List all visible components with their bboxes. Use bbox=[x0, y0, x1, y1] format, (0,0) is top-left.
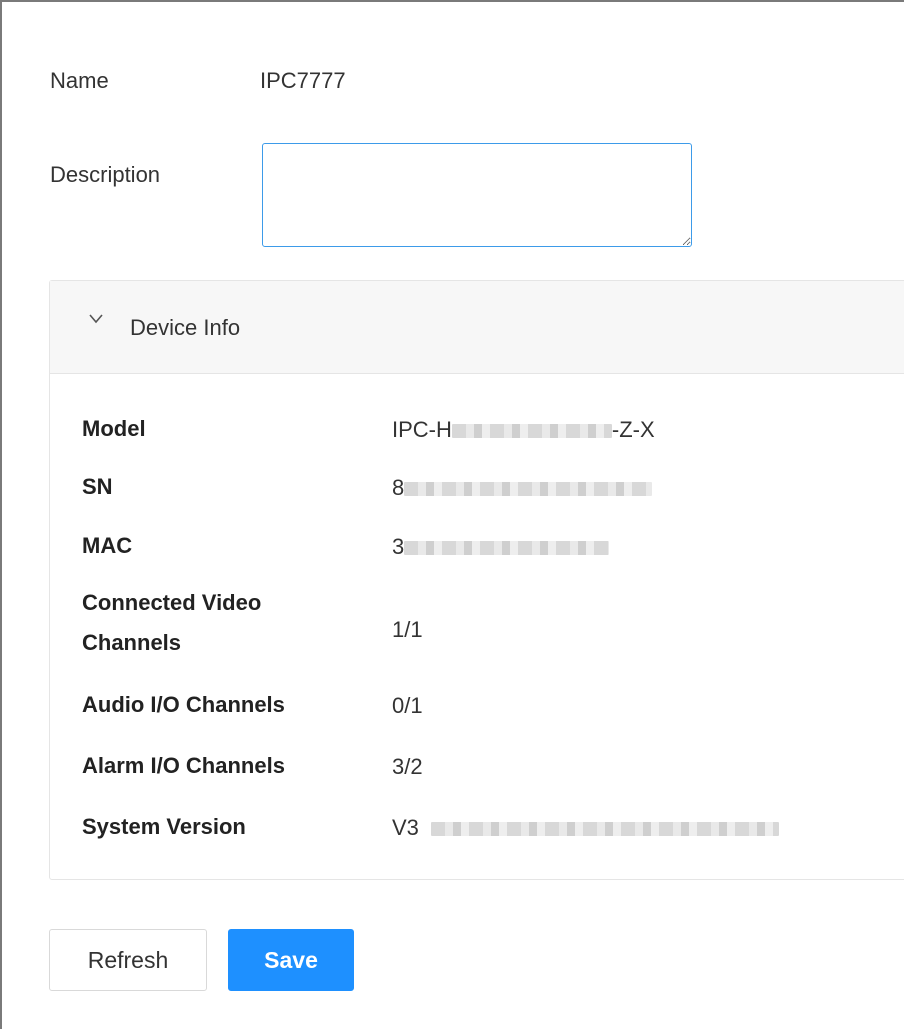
alarm-io-channels-value: 3/2 bbox=[392, 754, 423, 779]
model-label: Model bbox=[82, 416, 146, 441]
audio-io-channels-value: 0/1 bbox=[392, 693, 423, 718]
name-value: IPC7777 bbox=[260, 68, 346, 93]
name-label: Name bbox=[50, 68, 109, 93]
connected-video-channels-label: Connected Video Channels bbox=[82, 590, 262, 655]
save-button[interactable]: Save bbox=[228, 929, 354, 991]
system-version-label: System Version bbox=[82, 814, 246, 839]
connected-video-channels-value: 1/1 bbox=[392, 617, 423, 642]
description-textarea[interactable] bbox=[262, 143, 692, 247]
redacted-mask bbox=[431, 822, 780, 837]
refresh-button[interactable]: Refresh bbox=[49, 929, 207, 991]
mac-value: 3 bbox=[392, 534, 610, 560]
page-frame: Name IPC7777 Description Device Info Mod… bbox=[0, 0, 904, 1029]
sn-value: 8 bbox=[392, 475, 653, 501]
audio-io-channels-label: Audio I/O Channels bbox=[82, 692, 285, 717]
redacted-mask bbox=[451, 424, 612, 439]
redacted-mask bbox=[404, 541, 610, 556]
description-label: Description bbox=[50, 162, 161, 187]
device-info-panel: Device Info Model IPC-H -Z-X SN 8 MAC 3 C… bbox=[49, 280, 904, 880]
system-version-value: V3 bbox=[392, 815, 780, 841]
system-version-value-prefix: V3 bbox=[392, 815, 419, 840]
mac-value-prefix: 3 bbox=[392, 534, 405, 559]
mac-label: MAC bbox=[82, 533, 133, 558]
chevron-down-icon bbox=[89, 314, 103, 324]
device-info-title: Device Info bbox=[130, 315, 241, 340]
device-info-header[interactable]: Device Info bbox=[50, 281, 904, 374]
model-value-prefix: IPC-H bbox=[392, 417, 452, 442]
model-value-suffix: -Z-X bbox=[611, 417, 655, 442]
sn-value-prefix: 8 bbox=[392, 475, 405, 500]
model-value: IPC-H -Z-X bbox=[392, 417, 655, 443]
sn-label: SN bbox=[82, 474, 113, 499]
redacted-mask bbox=[404, 482, 653, 497]
alarm-io-channels-label: Alarm I/O Channels bbox=[82, 753, 285, 778]
